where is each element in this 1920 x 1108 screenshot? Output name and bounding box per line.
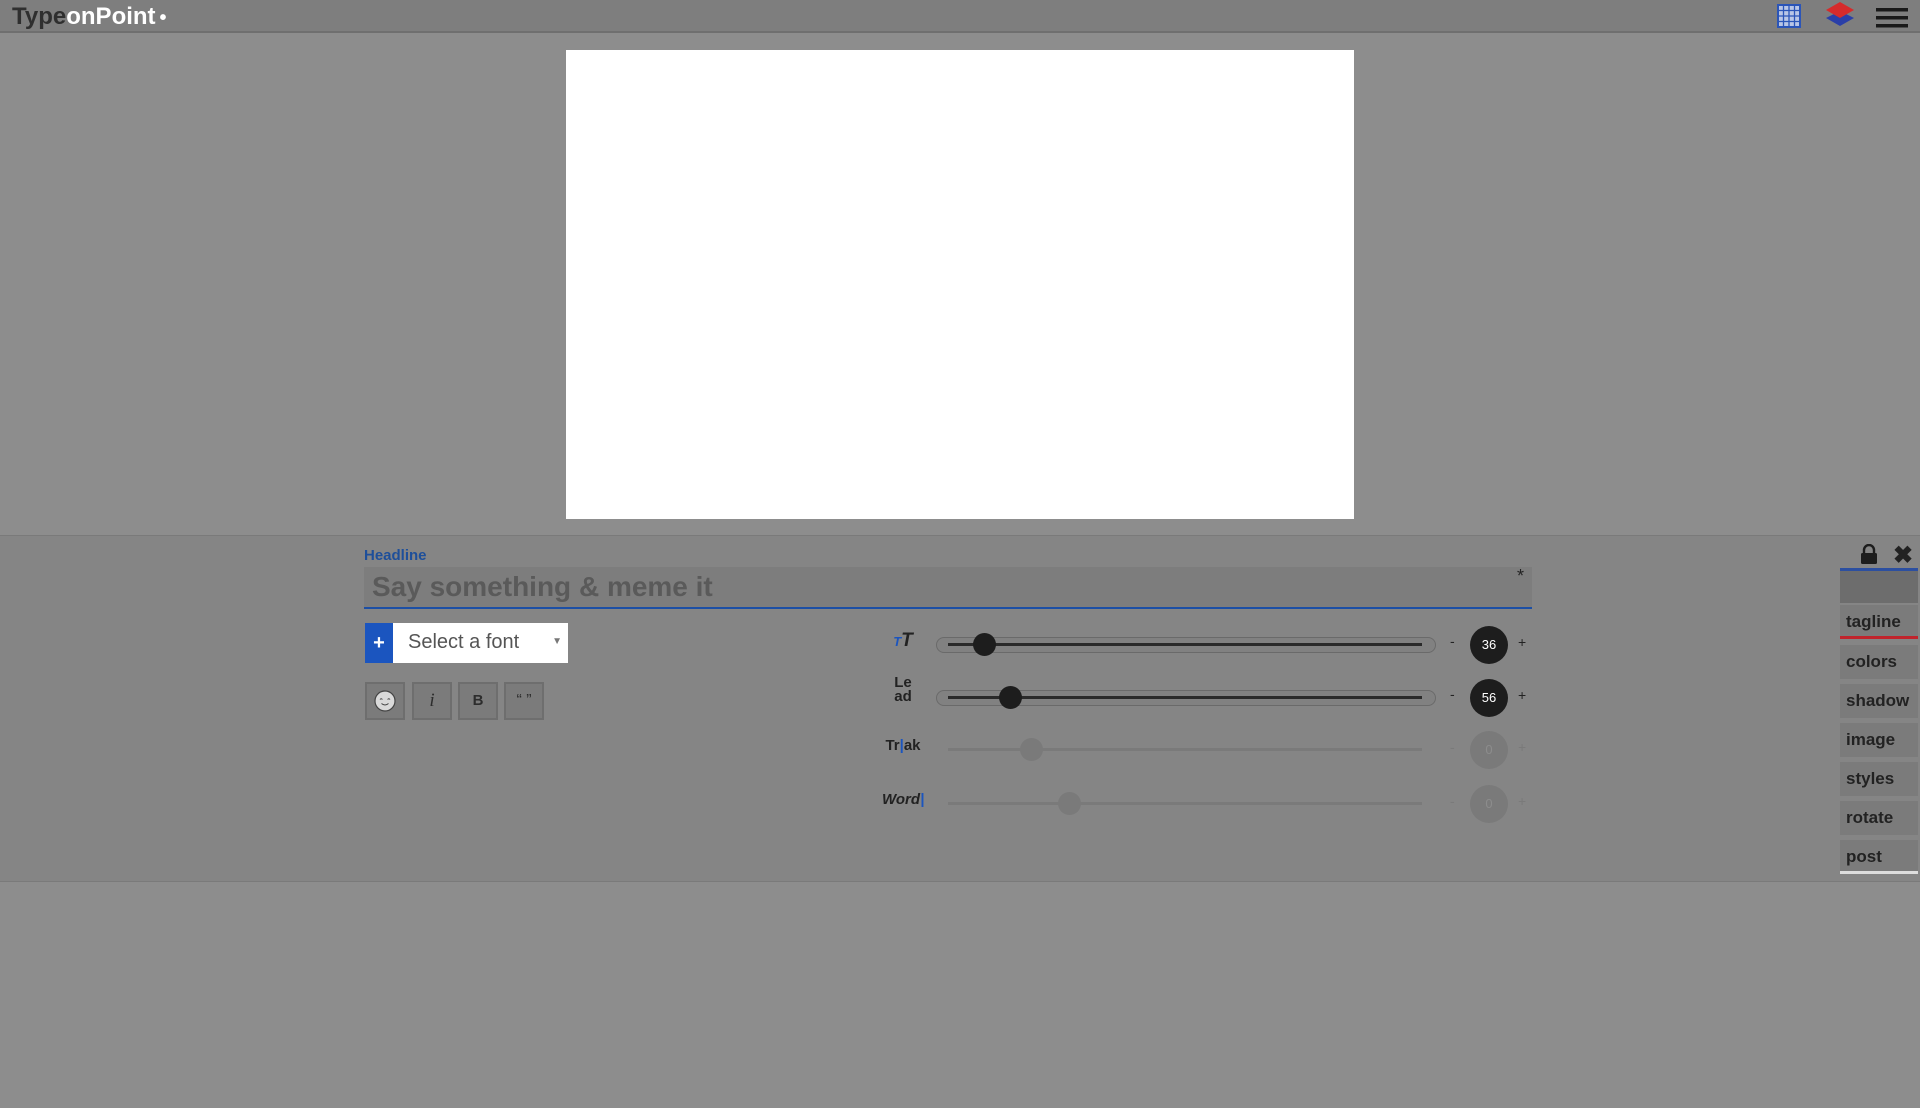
font-size-icon: TT (893, 630, 913, 651)
meme-canvas[interactable] (566, 50, 1354, 519)
word-spacing-icon: Word| (882, 791, 925, 808)
leading-increase-button[interactable]: + (1518, 687, 1526, 703)
size-increase-button[interactable]: + (1518, 634, 1526, 650)
lock-icon[interactable] (1860, 543, 1878, 569)
size-value: 36 (1470, 626, 1508, 664)
smiley-icon (374, 690, 396, 712)
leading-slider-knob[interactable] (999, 686, 1022, 709)
size-decrease-button[interactable]: - (1450, 633, 1455, 649)
tracking-icon: Tr|ak (885, 737, 921, 754)
word-decrease-button[interactable]: - (1450, 793, 1455, 809)
size-slider-track (948, 643, 1422, 646)
tab-rotate[interactable]: rotate (1840, 801, 1918, 835)
bold-button[interactable]: B (458, 682, 498, 720)
leading-value: 56 (1470, 679, 1508, 717)
leading-decrease-button[interactable]: - (1450, 686, 1455, 702)
tracking-increase-button[interactable]: + (1518, 739, 1526, 755)
editor-panel: Headline * + Select a font ▼ i B “ ” TT … (0, 535, 1920, 882)
tracking-slider-knob[interactable] (1020, 738, 1043, 761)
side-tab-active[interactable] (1840, 568, 1918, 603)
tracking-decrease-button[interactable]: - (1450, 739, 1455, 755)
font-select-label: Select a font (408, 631, 520, 653)
tab-image[interactable]: image (1840, 723, 1918, 757)
logo-text-type: Type (12, 3, 67, 30)
font-select[interactable]: Select a font ▼ (393, 623, 568, 663)
tab-styles[interactable]: styles (1840, 762, 1918, 796)
word-value: 0 (1470, 785, 1508, 823)
layers-icon[interactable] (1825, 1, 1855, 34)
chevron-down-icon: ▼ (552, 636, 562, 647)
emoji-button[interactable] (365, 682, 405, 720)
top-bar: TypeonPoint • (0, 0, 1920, 33)
word-slider-track[interactable] (948, 802, 1422, 805)
tracking-value: 0 (1470, 731, 1508, 769)
close-icon[interactable]: ✖ (1893, 541, 1913, 570)
size-slider-knob[interactable] (973, 633, 996, 656)
asterisk-marker: * (1517, 566, 1525, 586)
grid-icon[interactable] (1777, 4, 1801, 33)
tab-tagline[interactable]: tagline (1840, 605, 1918, 639)
leading-icon: Le ad (894, 674, 912, 705)
italic-button[interactable]: i (412, 682, 452, 720)
app-logo[interactable]: TypeonPoint • (12, 3, 167, 31)
add-font-button[interactable]: + (365, 623, 393, 663)
quotes-button[interactable]: “ ” (504, 682, 544, 720)
tab-shadow[interactable]: shadow (1840, 684, 1918, 718)
logo-dot: • (159, 7, 167, 29)
logo-text-onpoint: onPoint (66, 3, 156, 30)
tab-post[interactable]: post (1840, 840, 1918, 874)
headline-input[interactable] (364, 567, 1532, 609)
tab-colors[interactable]: colors (1840, 645, 1918, 679)
headline-label: Headline (364, 547, 427, 564)
word-slider-knob[interactable] (1058, 792, 1081, 815)
menu-icon[interactable] (1876, 8, 1908, 33)
word-increase-button[interactable]: + (1518, 793, 1526, 809)
